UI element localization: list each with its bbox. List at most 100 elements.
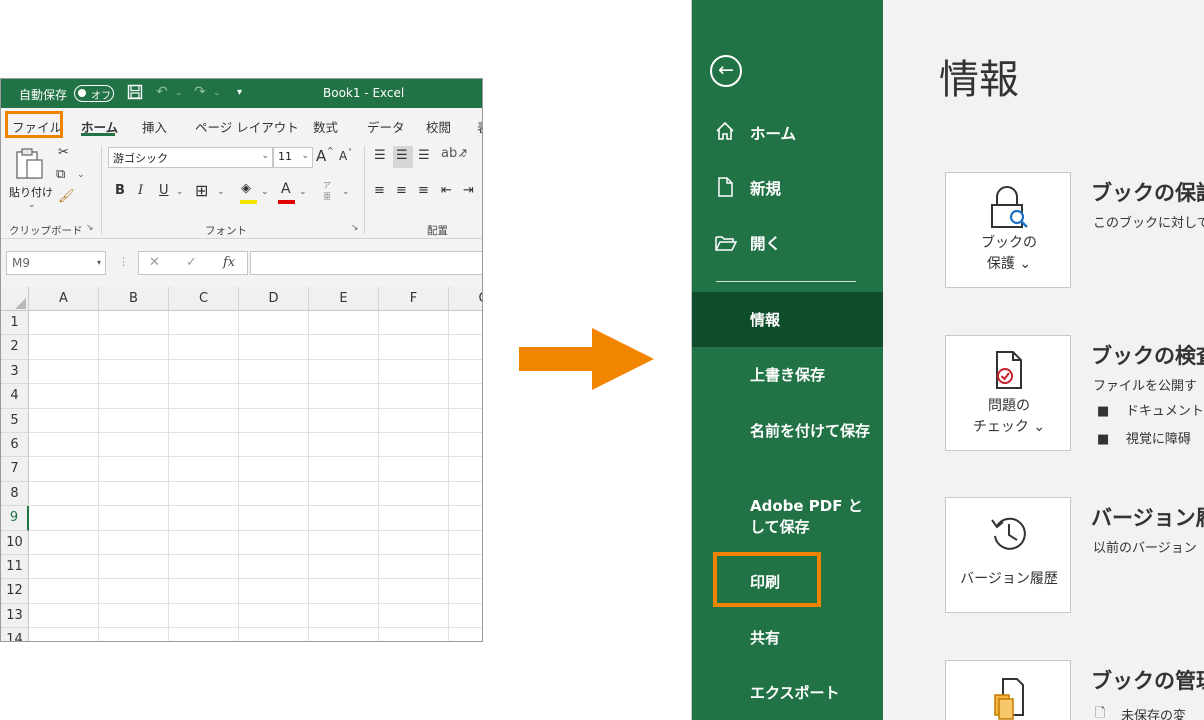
row-header[interactable]: 8 (1, 481, 29, 507)
grid-line (29, 554, 482, 555)
row-header[interactable]: 9 (1, 506, 29, 531)
copy-icon[interactable]: ⧉ (56, 167, 65, 182)
version-history-label: バージョン履歴 (960, 571, 1058, 587)
orientation-dropdown-icon[interactable]: ⌄ (460, 150, 468, 160)
phonetic-guide-button[interactable]: ア亜 (323, 180, 333, 202)
autosave-toggle[interactable]: オフ (74, 85, 114, 102)
row-header[interactable]: 3 (1, 359, 29, 385)
shrink-font-button[interactable]: A (339, 149, 347, 163)
lock-icon (984, 185, 1034, 240)
column-header[interactable]: D (239, 287, 309, 311)
undo-icon[interactable]: ↶ (156, 84, 168, 100)
column-header[interactable]: E (309, 287, 379, 311)
back-arrow-icon[interactable]: ← (710, 55, 742, 87)
font-launcher-icon[interactable]: ↘ (351, 223, 359, 233)
copy-dropdown-icon[interactable]: ⌄ (77, 170, 85, 180)
borders-icon[interactable]: ⊞ (195, 181, 208, 200)
nav-home[interactable]: ホーム (750, 122, 796, 144)
customize-qat-icon[interactable]: ▾ (237, 87, 242, 98)
tab-insert[interactable]: 挿入 (142, 117, 167, 136)
fill-color-dropdown-icon[interactable]: ⌄ (261, 187, 269, 197)
font-size-combo[interactable]: 11 ⌄ (273, 147, 313, 168)
italic-button[interactable]: I (138, 183, 143, 198)
save-icon[interactable] (127, 84, 143, 104)
row-header[interactable]: 11 (1, 555, 29, 580)
format-painter-icon[interactable]: 🖌 (58, 189, 75, 204)
row-header[interactable]: 5 (1, 408, 29, 433)
row-header[interactable]: 6 (1, 433, 29, 458)
redo-icon[interactable]: ↷ (194, 84, 206, 100)
grid-line (448, 311, 449, 641)
increase-indent-icon[interactable]: ⇥ (463, 183, 474, 198)
fill-color-icon[interactable]: ◈ (241, 181, 251, 196)
clipboard-launcher-icon[interactable]: ↘ (86, 223, 94, 233)
formula-input[interactable] (250, 251, 482, 275)
row-header[interactable]: 12 (1, 579, 29, 604)
font-color-button[interactable]: A (281, 181, 291, 197)
enter-icon[interactable]: ✓ (186, 255, 197, 270)
font-size-value: 11 (278, 150, 292, 163)
column-header[interactable]: G (449, 287, 482, 311)
row-header[interactable]: 14 (1, 628, 29, 641)
select-all-button[interactable] (1, 287, 29, 311)
manage-workbook-button[interactable] (945, 660, 1071, 720)
paste-icon[interactable] (15, 148, 45, 183)
protect-workbook-button[interactable]: ブックの 保護 ⌄ (945, 172, 1071, 288)
row-header[interactable]: 7 (1, 457, 29, 482)
font-color-dropdown-icon[interactable]: ⌄ (299, 187, 307, 197)
tab-view[interactable]: 表 (477, 117, 482, 136)
undo-dropdown-icon[interactable]: ⌄ (175, 88, 183, 98)
grow-font-button[interactable]: A (316, 147, 326, 165)
protect-section-desc: このブックに対して (1093, 216, 1204, 231)
borders-dropdown-icon[interactable]: ⌄ (217, 187, 225, 197)
nav-export[interactable]: エクスポート (750, 683, 875, 704)
nav-share[interactable]: 共有 (750, 628, 875, 649)
cut-icon[interactable]: ✂ (58, 145, 69, 160)
column-header[interactable]: F (379, 287, 449, 311)
check-issues-button[interactable]: 問題の チェック ⌄ (945, 335, 1071, 451)
alignment-group-label: 配置 (427, 225, 448, 237)
column-header[interactable]: A (29, 287, 99, 311)
nav-info[interactable]: 情報 (750, 310, 875, 331)
tab-formulas[interactable]: 数式 (313, 117, 338, 136)
align-bottom-icon[interactable]: ☰ (418, 148, 430, 163)
worksheet-grid[interactable]: ABCDEFG 1234567891011121314 (1, 287, 482, 641)
column-header[interactable]: B (99, 287, 169, 311)
align-right-icon[interactable]: ≡ (418, 183, 429, 198)
redo-dropdown-icon[interactable]: ⌄ (213, 88, 221, 98)
phonetic-dropdown-icon[interactable]: ⌄ (342, 187, 350, 197)
nav-save-as[interactable]: 名前を付けて保存 (750, 421, 875, 442)
nav-save[interactable]: 上書き保存 (750, 365, 875, 386)
tab-data[interactable]: データ (367, 117, 405, 136)
clipboard-group-label: クリップボード (9, 225, 83, 237)
tab-page-layout[interactable]: ページ レイアウト (195, 117, 299, 136)
row-header[interactable]: 10 (1, 530, 29, 555)
decrease-indent-icon[interactable]: ⇤ (441, 183, 452, 198)
align-center-icon[interactable]: ≡ (396, 183, 407, 198)
tab-review[interactable]: 校閲 (426, 117, 451, 136)
nav-open[interactable]: 開く (750, 232, 781, 254)
manage-section-title: ブックの管理 (1091, 669, 1204, 693)
paste-dropdown-icon[interactable]: ⌄ (28, 200, 36, 210)
row-header[interactable]: 4 (1, 384, 29, 409)
cancel-icon[interactable]: ✕ (149, 255, 160, 270)
version-history-button[interactable]: バージョン履歴 (945, 497, 1071, 613)
grid-line (29, 383, 482, 385)
row-header[interactable]: 1 (1, 311, 29, 336)
underline-button[interactable]: U (159, 183, 169, 198)
paste-label[interactable]: 貼り付け (9, 184, 53, 200)
underline-dropdown-icon[interactable]: ⌄ (176, 187, 184, 197)
row-header[interactable]: 13 (1, 603, 29, 629)
row-header[interactable]: 2 (1, 335, 29, 360)
font-name-combo[interactable]: 游ゴシック ⌄ (108, 147, 273, 168)
nav-save-pdf[interactable]: Adobe PDF として保存 (750, 496, 875, 538)
insert-function-button[interactable]: fx (223, 255, 235, 270)
align-top-icon[interactable]: ☰ (374, 148, 386, 163)
column-header[interactable]: C (169, 287, 239, 311)
nav-new[interactable]: 新規 (750, 177, 781, 199)
bold-button[interactable]: B (115, 183, 125, 198)
align-middle-icon[interactable]: ☰ (396, 148, 408, 163)
font-color-swatch (278, 200, 295, 204)
name-box[interactable]: M9 ▾ (6, 251, 106, 275)
align-left-icon[interactable]: ≡ (374, 183, 385, 198)
